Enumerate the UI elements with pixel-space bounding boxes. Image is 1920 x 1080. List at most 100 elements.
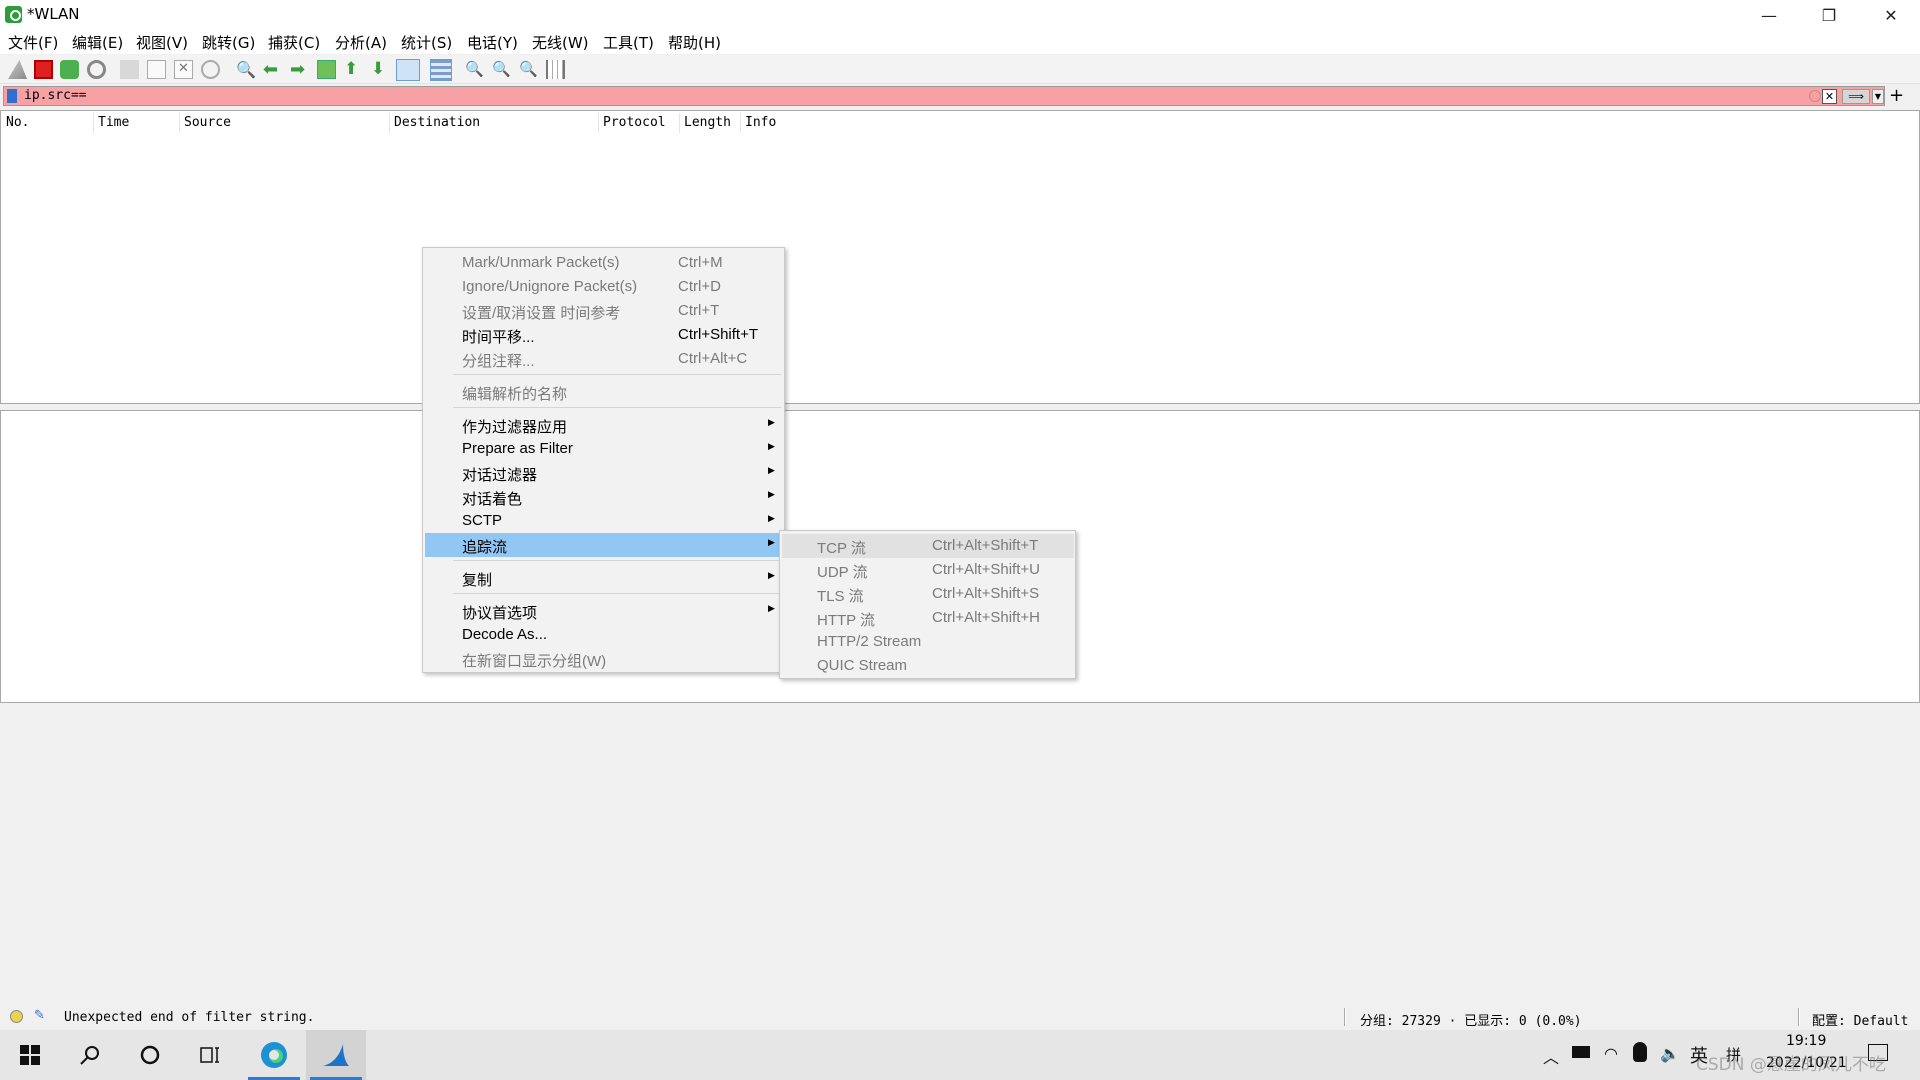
taskbar-edge[interactable] <box>244 1030 304 1080</box>
menu-tools[interactable]: 工具(T) <box>603 32 654 53</box>
minimize-button[interactable]: — <box>1740 0 1798 30</box>
normal-size-icon[interactable]: 🔍 <box>519 60 538 79</box>
menu-item-sctp[interactable]: SCTP ▶ <box>425 509 780 533</box>
menu-item-show-packet-new-window[interactable]: 在新窗口显示分组(W) <box>425 647 780 671</box>
save-file-icon[interactable] <box>147 60 166 79</box>
shark-fin-start-icon[interactable] <box>8 60 27 79</box>
tray-overflow-chevron-icon[interactable]: ︿ <box>1543 1044 1559 1068</box>
go-back-icon[interactable]: ⬅ <box>263 60 282 79</box>
menu-item-time-reference[interactable]: 设置/取消设置 时间参考 Ctrl+T <box>425 299 780 323</box>
column-divider[interactable] <box>740 113 741 133</box>
profile-indicator[interactable]: 配置: Default <box>1812 1010 1908 1029</box>
menu-item-conversation-filter[interactable]: 对话过滤器 ▶ <box>425 461 780 485</box>
search-button[interactable] <box>60 1030 120 1080</box>
volume-icon[interactable]: 🔈 <box>1660 1044 1680 1063</box>
menu-item-mark-packet[interactable]: Mark/Unmark Packet(s) Ctrl+M <box>425 251 780 275</box>
menu-item-packet-comment[interactable]: 分组注释... Ctrl+Alt+C <box>425 347 780 371</box>
column-header-no[interactable]: No. <box>6 115 29 130</box>
taskbar-wireshark[interactable] <box>306 1030 366 1080</box>
last-packet-icon[interactable]: ⬇ <box>371 60 390 79</box>
reload-file-icon[interactable] <box>201 60 220 79</box>
first-packet-icon[interactable]: ⬆ <box>344 60 363 79</box>
menu-item-udp-stream[interactable]: UDP 流 Ctrl+Alt+Shift+U <box>782 558 1074 582</box>
column-divider[interactable] <box>679 113 680 133</box>
menu-item-copy[interactable]: 复制 ▶ <box>425 566 780 590</box>
menu-analyze[interactable]: 分析(A) <box>335 32 387 53</box>
status-message: Unexpected end of filter string. <box>64 1010 315 1025</box>
display-filter-bar[interactable]: ip.src== ✕ ⟹ ▼ <box>3 86 1885 106</box>
wifi-icon[interactable]: ◠ <box>1604 1044 1618 1063</box>
go-to-packet-icon[interactable] <box>317 60 336 79</box>
menu-item-prepare-as-filter[interactable]: Prepare as Filter ▶ <box>425 437 780 461</box>
menu-file[interactable]: 文件(F) <box>8 32 58 53</box>
menu-item-decode-as[interactable]: Decode As... <box>425 623 780 647</box>
menu-item-label: 追踪流 <box>462 539 508 556</box>
menu-telephony[interactable]: 电话(Y) <box>467 32 518 53</box>
autoscroll-icon[interactable] <box>396 59 420 81</box>
bookmark-icon[interactable] <box>7 89 17 103</box>
column-header-length[interactable]: Length <box>684 115 731 130</box>
menu-item-apply-as-filter[interactable]: 作为过滤器应用 ▶ <box>425 413 780 437</box>
menu-wireless[interactable]: 无线(W) <box>532 32 589 53</box>
menu-item-protocol-preferences[interactable]: 协议首选项 ▶ <box>425 599 780 623</box>
status-divider[interactable] <box>1344 1008 1346 1026</box>
resize-columns-icon[interactable] <box>546 60 565 79</box>
menu-edit[interactable]: 编辑(E) <box>72 32 123 53</box>
expert-info-led-icon[interactable] <box>10 1010 23 1023</box>
cortana-button[interactable] <box>120 1030 180 1080</box>
find-packet-icon[interactable]: 🔍 <box>236 60 256 79</box>
battery-icon[interactable] <box>1572 1046 1590 1058</box>
column-divider[interactable] <box>93 113 94 133</box>
zoom-out-icon[interactable]: 🔍 <box>492 60 511 79</box>
column-divider[interactable] <box>179 113 180 133</box>
column-header-source[interactable]: Source <box>184 115 231 130</box>
menu-item-edit-resolved-name[interactable]: 编辑解析的名称 <box>425 380 780 404</box>
menu-item-tls-stream[interactable]: TLS 流 Ctrl+Alt+Shift+S <box>782 582 1074 606</box>
clock-time[interactable]: 19:19 <box>1786 1033 1826 1049</box>
column-header-info[interactable]: Info <box>745 115 776 130</box>
zoom-in-icon[interactable]: 🔍 <box>465 60 484 79</box>
menu-item-quic-stream[interactable]: QUIC Stream <box>782 654 1074 678</box>
column-header-destination[interactable]: Destination <box>394 115 480 130</box>
menu-view[interactable]: 视图(V) <box>136 32 188 53</box>
capture-options-icon[interactable] <box>87 60 106 79</box>
menu-go[interactable]: 跳转(G) <box>202 32 255 53</box>
filter-history-dropdown[interactable]: ▼ <box>1872 89 1884 104</box>
packet-list-pane[interactable]: No. Time Source Destination Protocol Len… <box>0 110 1920 404</box>
stop-capture-icon[interactable] <box>34 60 53 79</box>
menu-item-ignore-packet[interactable]: Ignore/Unignore Packet(s) Ctrl+D <box>425 275 780 299</box>
menu-capture[interactable]: 捕获(C) <box>268 32 320 53</box>
close-button[interactable]: ✕ <box>1862 0 1920 30</box>
menu-item-tcp-stream[interactable]: TCP 流 Ctrl+Alt+Shift+T <box>782 534 1074 558</box>
column-header-time[interactable]: Time <box>98 115 129 130</box>
add-filter-button[interactable]: + <box>1889 85 1904 106</box>
restart-capture-icon[interactable] <box>60 60 79 79</box>
column-header-protocol[interactable]: Protocol <box>603 115 666 130</box>
qq-penguin-icon[interactable] <box>1633 1042 1647 1062</box>
menu-statistics[interactable]: 统计(S) <box>401 32 452 53</box>
close-file-icon[interactable]: ✕ <box>174 60 193 79</box>
column-divider[interactable] <box>598 113 599 133</box>
menu-item-follow-stream[interactable]: 追踪流 ▶ <box>425 533 780 557</box>
clear-filter-icon[interactable]: ✕ <box>1822 89 1837 104</box>
menu-help[interactable]: 帮助(H) <box>668 32 721 53</box>
column-divider[interactable] <box>389 113 390 133</box>
restore-button[interactable]: ❐ <box>1800 0 1858 30</box>
menu-item-http-stream[interactable]: HTTP 流 Ctrl+Alt+Shift+H <box>782 606 1074 630</box>
edit-comment-icon[interactable]: ✎ <box>34 1008 48 1023</box>
invalid-filter-icon <box>1809 90 1821 102</box>
menu-item-label: HTTP/2 Stream <box>817 633 922 650</box>
status-divider[interactable] <box>1798 1008 1800 1026</box>
display-filter-input[interactable]: ip.src== <box>24 88 87 103</box>
menu-item-http2-stream[interactable]: HTTP/2 Stream <box>782 630 1074 654</box>
start-button[interactable] <box>0 1030 60 1080</box>
apply-filter-icon[interactable]: ⟹ <box>1842 89 1870 104</box>
menu-item-label: TLS 流 <box>817 588 864 605</box>
menu-item-colorize-conversation[interactable]: 对话着色 ▶ <box>425 485 780 509</box>
colorize-icon[interactable] <box>430 59 452 81</box>
task-view-button[interactable] <box>180 1030 240 1080</box>
menu-item-time-shift[interactable]: 时间平移... Ctrl+Shift+T <box>425 323 780 347</box>
search-icon <box>80 1046 99 1065</box>
open-file-icon[interactable] <box>120 60 139 79</box>
go-forward-icon[interactable]: ➡ <box>290 60 309 79</box>
